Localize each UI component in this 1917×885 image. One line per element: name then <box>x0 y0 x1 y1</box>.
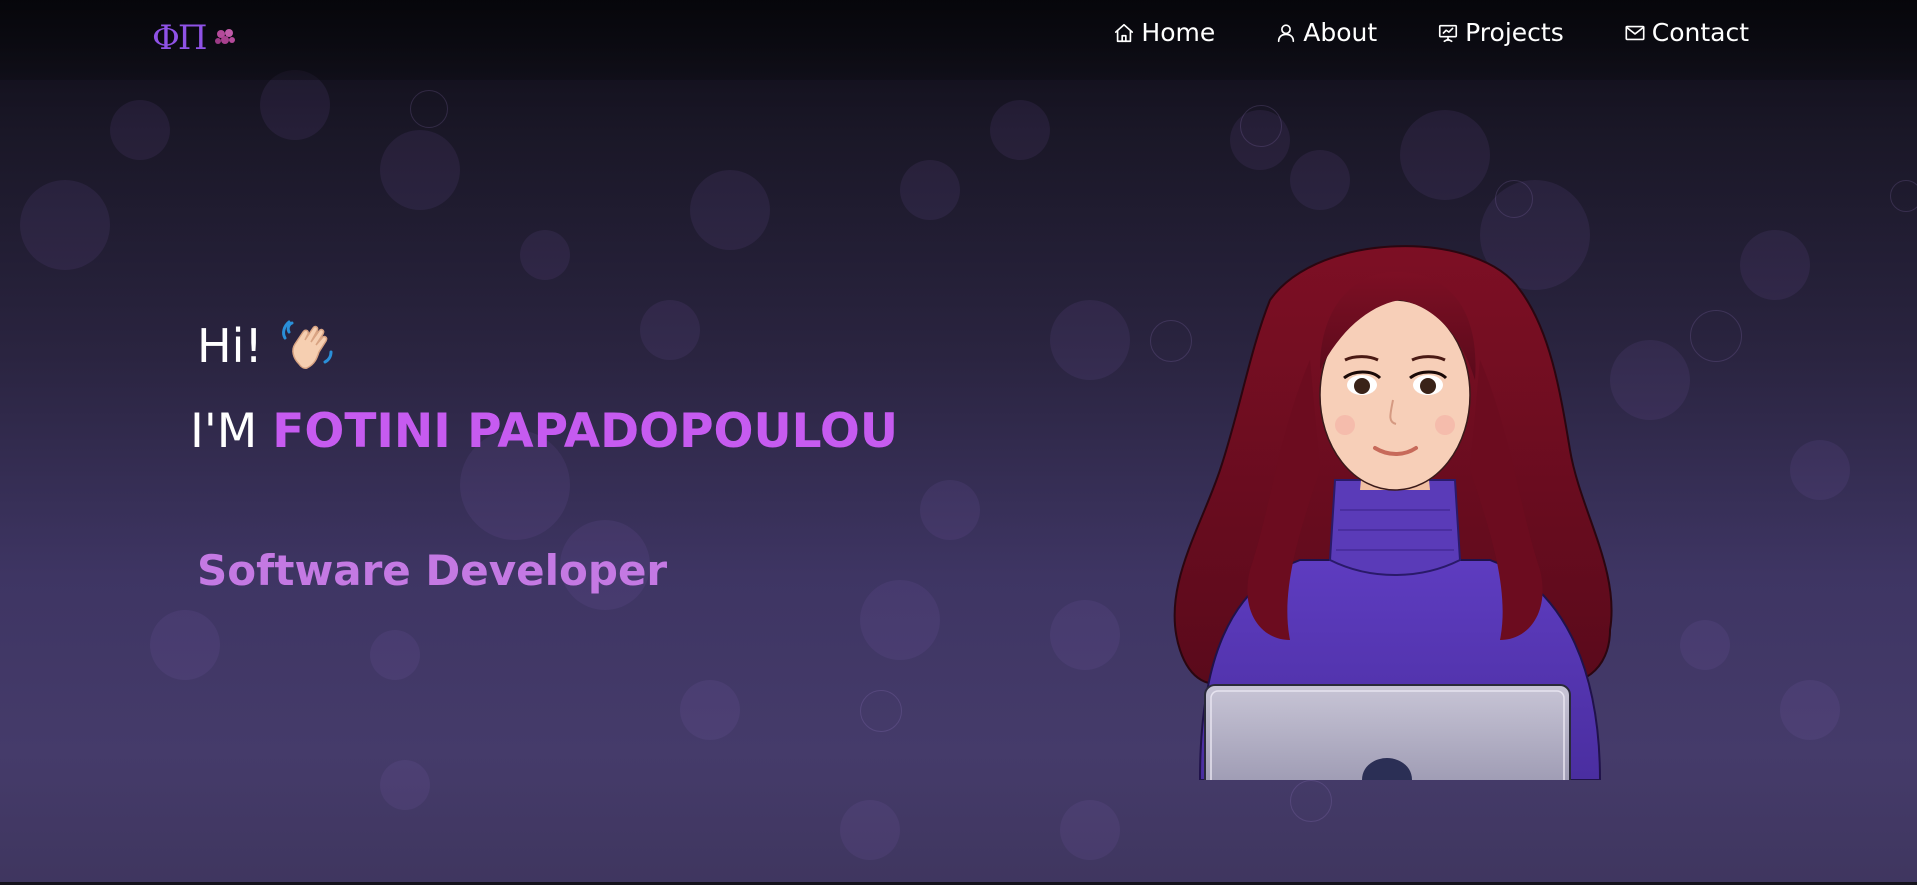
nav-contact-label: Contact <box>1651 18 1749 47</box>
intro-heading: I'M FOTINI PAPADOPOULOU <box>190 404 898 459</box>
nav-about[interactable]: About <box>1275 18 1377 47</box>
nav-contact[interactable]: Contact <box>1624 18 1749 47</box>
nav-about-label: About <box>1303 18 1378 47</box>
brand-logo-text: ΦΠ <box>152 18 208 58</box>
nav-home-label: Home <box>1141 18 1216 47</box>
home-icon <box>1115 23 1134 42</box>
job-title: Software Developer <box>197 546 668 595</box>
nav-home[interactable]: Home <box>1113 18 1215 47</box>
intro-prefix: I'M <box>190 404 258 459</box>
person-name: FOTINI PAPADOPOULOU <box>272 404 899 459</box>
presentation-icon <box>1439 24 1458 42</box>
nav-projects-label: Projects <box>1465 18 1564 47</box>
user-icon <box>1278 23 1295 42</box>
greeting: Hi! <box>197 318 337 374</box>
main-nav: Home About Projects Contact <box>1053 18 1749 47</box>
flower-icon <box>214 29 235 44</box>
navbar: ΦΠ Home About Projects Contact <box>0 0 1917 80</box>
greeting-text: Hi! <box>197 319 263 373</box>
waving-hand-icon <box>281 320 333 369</box>
mail-icon <box>1625 25 1645 40</box>
nav-projects[interactable]: Projects <box>1437 18 1564 47</box>
brand-logo[interactable]: ΦΠ <box>152 18 238 58</box>
avatar-illustration <box>1173 245 1613 780</box>
